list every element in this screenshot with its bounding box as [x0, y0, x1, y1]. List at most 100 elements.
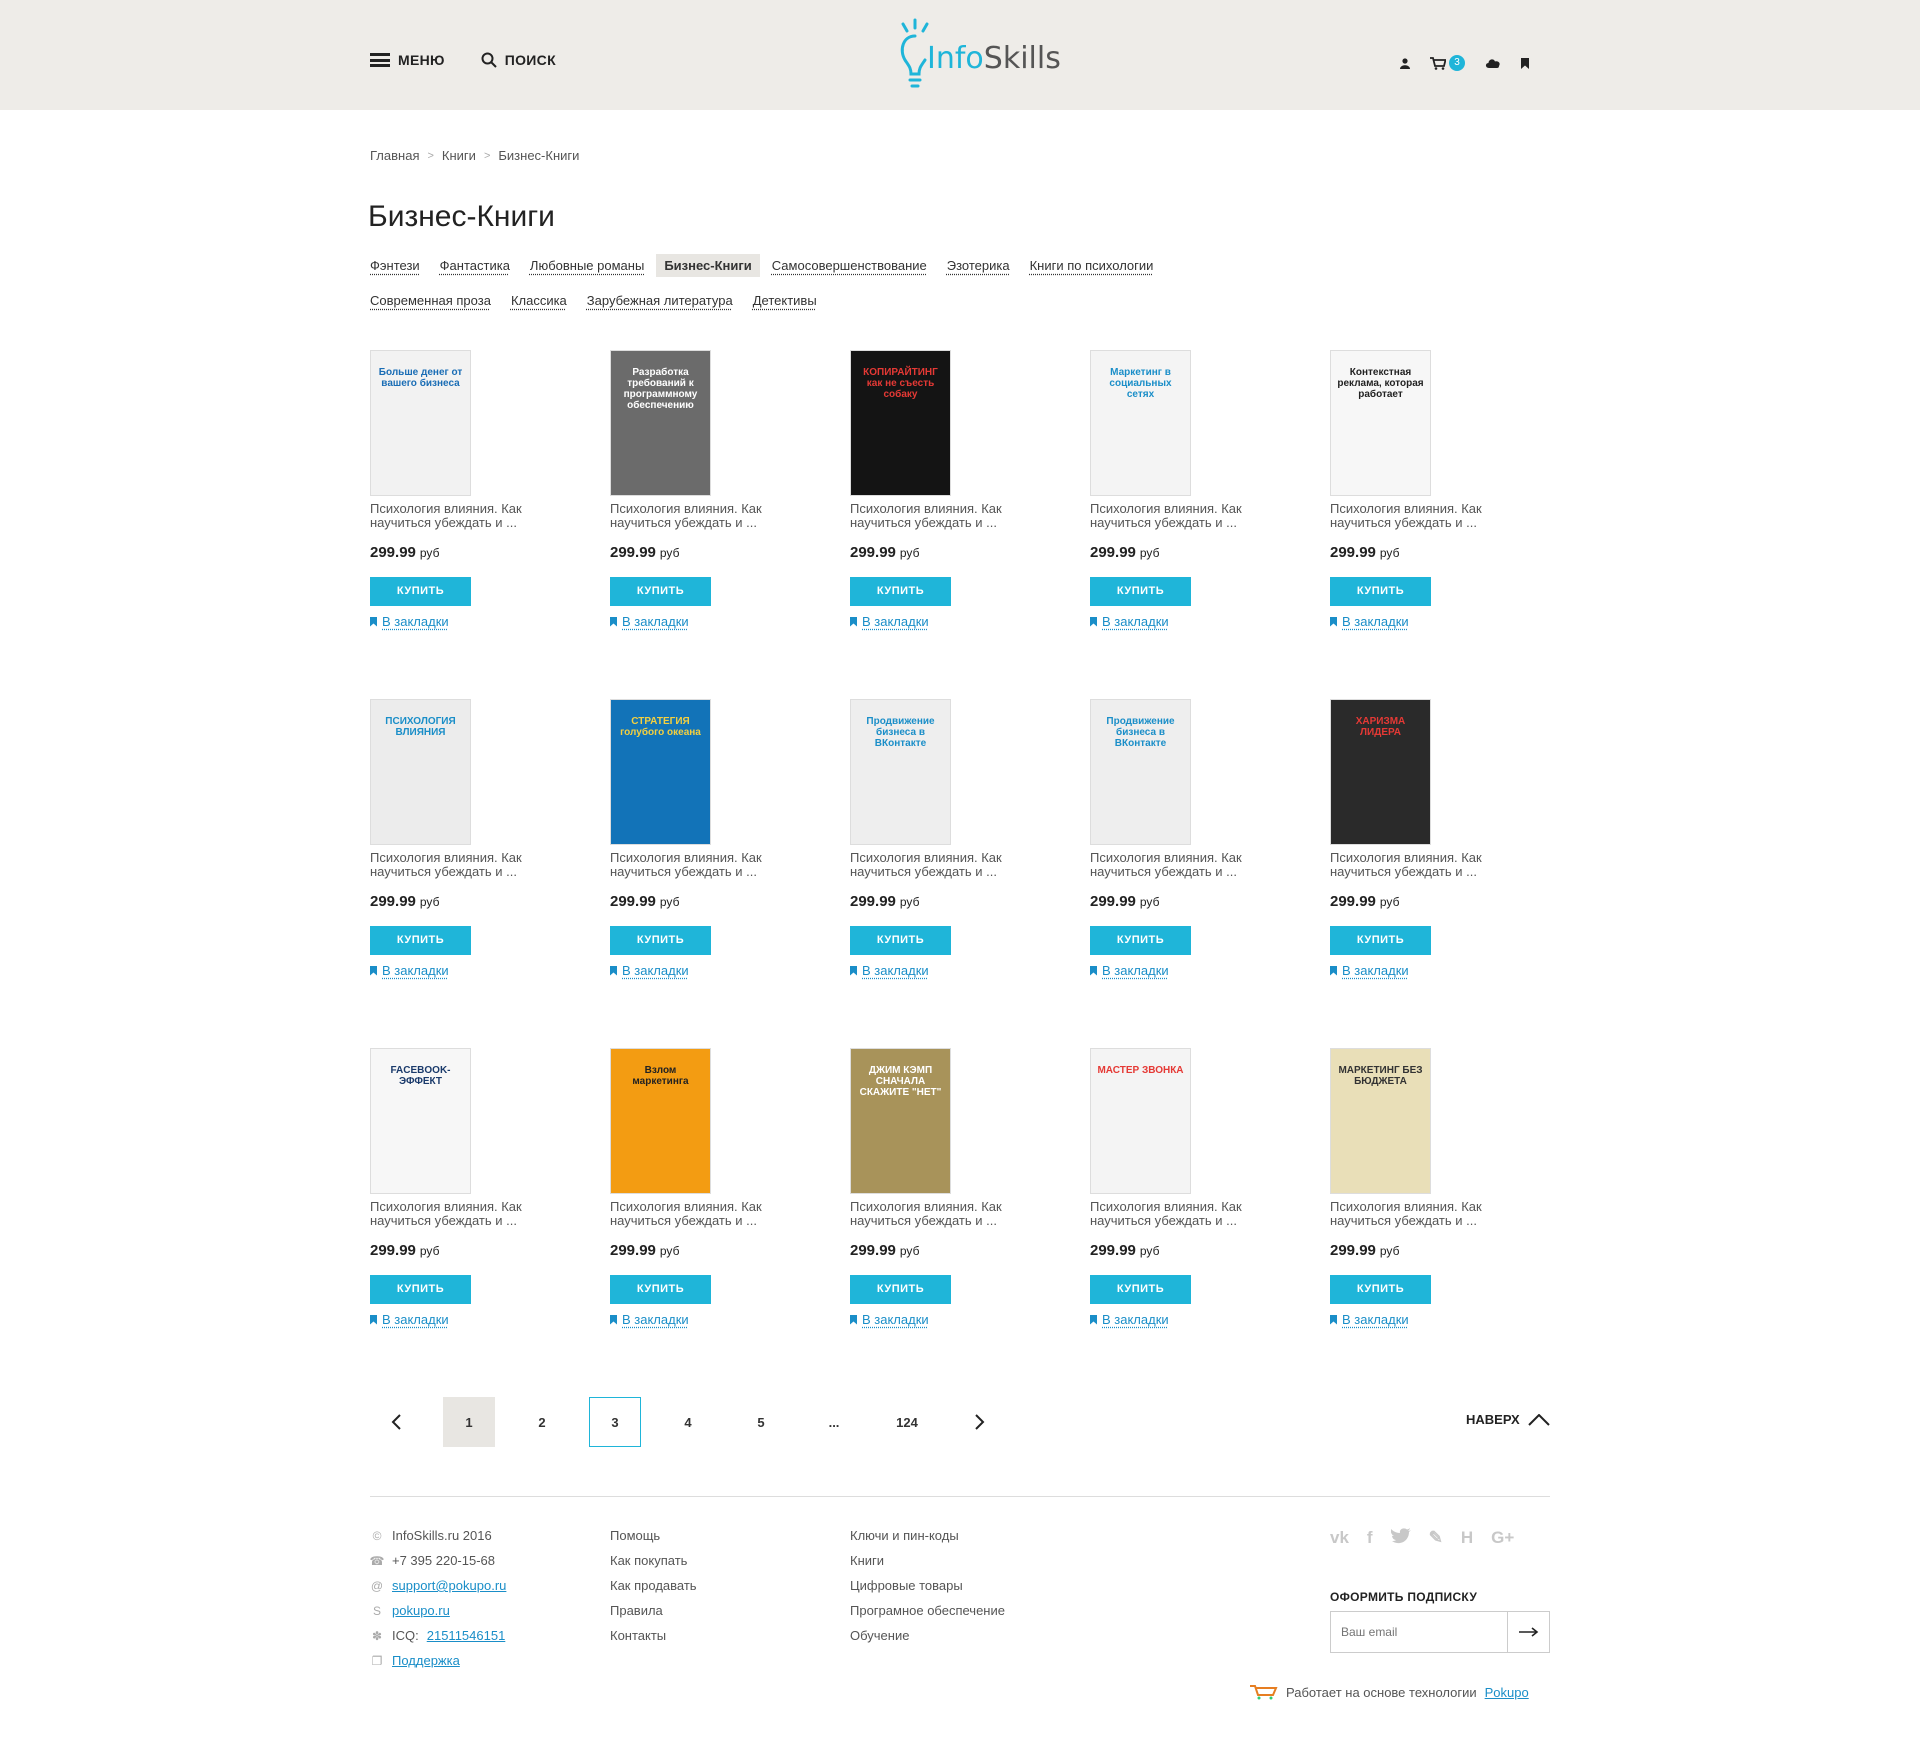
- footer-link[interactable]: Цифровые товары: [850, 1573, 1005, 1598]
- bookmark-link[interactable]: В закладки: [850, 1312, 1040, 1327]
- buy-button[interactable]: КУПИТЬ: [370, 1275, 471, 1304]
- pagination-page[interactable]: 124: [881, 1397, 933, 1447]
- category-tag[interactable]: Бизнес-Книги: [656, 254, 760, 277]
- bookmark-link[interactable]: В закладки: [370, 963, 560, 978]
- product-title[interactable]: Психология влияния. Как научиться убежда…: [1090, 502, 1275, 530]
- book-cover[interactable]: ДЖИМ КЭМП СНАЧАЛА СКАЖИТЕ "НЕТ": [850, 1048, 951, 1194]
- footer-link[interactable]: Правила: [610, 1598, 697, 1623]
- product-title[interactable]: Психология влияния. Как научиться убежда…: [370, 851, 555, 879]
- bookmark-link[interactable]: В закладки: [610, 1312, 800, 1327]
- subscribe-submit-button[interactable]: [1507, 1612, 1549, 1652]
- buy-button[interactable]: КУПИТЬ: [610, 1275, 711, 1304]
- product-title[interactable]: Психология влияния. Как научиться убежда…: [1330, 502, 1515, 530]
- category-tag[interactable]: Эзотерика: [939, 254, 1018, 277]
- footer-link[interactable]: Ключи и пин-коды: [850, 1523, 1005, 1548]
- support-link[interactable]: Поддержка: [392, 1653, 460, 1668]
- product-title[interactable]: Психология влияния. Как научиться убежда…: [850, 502, 1035, 530]
- category-tag[interactable]: Классика: [503, 289, 575, 312]
- vk-icon[interactable]: vk: [1330, 1528, 1349, 1549]
- bookmark-link[interactable]: В закладки: [1330, 614, 1520, 629]
- user-icon[interactable]: [1400, 57, 1410, 69]
- book-cover[interactable]: ХАРИЗМА ЛИДЕРА: [1330, 699, 1431, 845]
- bookmark-link[interactable]: В закладки: [1330, 963, 1520, 978]
- book-cover[interactable]: Разработка требований к программному обе…: [610, 350, 711, 496]
- category-tag[interactable]: Книги по психологии: [1022, 254, 1162, 277]
- pagination-page[interactable]: 3: [589, 1397, 641, 1447]
- google-plus-icon[interactable]: G+: [1491, 1528, 1514, 1549]
- bookmark-link[interactable]: В закладки: [370, 1312, 560, 1327]
- product-title[interactable]: Психология влияния. Как научиться убежда…: [610, 1200, 795, 1228]
- bookmark-link[interactable]: В закладки: [850, 963, 1040, 978]
- bookmark-link[interactable]: В закладки: [850, 614, 1040, 629]
- pagination-prev-button[interactable]: [370, 1397, 422, 1447]
- footer-link[interactable]: Обучение: [850, 1623, 1005, 1648]
- buy-button[interactable]: КУПИТЬ: [1330, 577, 1431, 606]
- cloud-icon[interactable]: [1485, 58, 1501, 68]
- category-tag[interactable]: Фэнтези: [362, 254, 428, 277]
- category-tag[interactable]: Зарубежная литература: [579, 289, 741, 312]
- product-title[interactable]: Психология влияния. Как научиться убежда…: [610, 851, 795, 879]
- book-cover[interactable]: Взлом маркетинга: [610, 1048, 711, 1194]
- book-cover[interactable]: Продвижение бизнеса в ВКонтакте: [1090, 699, 1191, 845]
- book-cover[interactable]: Маркетинг в социальных сетях: [1090, 350, 1191, 496]
- book-cover[interactable]: FACEBOOK-ЭФФЕКТ: [370, 1048, 471, 1194]
- buy-button[interactable]: КУПИТЬ: [1330, 1275, 1431, 1304]
- product-title[interactable]: Психология влияния. Как научиться убежда…: [1330, 851, 1515, 879]
- buy-button[interactable]: КУПИТЬ: [1090, 577, 1191, 606]
- book-cover[interactable]: Контекстная реклама, которая работает: [1330, 350, 1431, 496]
- icq-link[interactable]: 21511546151: [427, 1628, 506, 1643]
- bookmark-link[interactable]: В закладки: [1090, 963, 1280, 978]
- twitter-icon[interactable]: [1390, 1528, 1411, 1549]
- facebook-icon[interactable]: f: [1367, 1528, 1373, 1549]
- breadcrumb-home[interactable]: Главная: [370, 148, 419, 163]
- pagination-page[interactable]: 1: [443, 1397, 495, 1447]
- bookmark-link[interactable]: В закладки: [610, 963, 800, 978]
- book-cover[interactable]: СТРАТЕГИЯ голубого океана: [610, 699, 711, 845]
- bookmark-link[interactable]: В закладки: [1090, 614, 1280, 629]
- search-button[interactable]: ПОИСК: [481, 52, 556, 68]
- pagination-next-button[interactable]: [954, 1397, 1006, 1447]
- product-title[interactable]: Психология влияния. Как научиться убежда…: [370, 502, 555, 530]
- category-tag[interactable]: Любовные романы: [522, 254, 652, 277]
- product-title[interactable]: Психология влияния. Как научиться убежда…: [1090, 1200, 1275, 1228]
- pagination-page[interactable]: 2: [516, 1397, 568, 1447]
- book-cover[interactable]: Больше денег от вашего бизнеса: [370, 350, 471, 496]
- book-cover[interactable]: КОПИРАЙТИНГ как не съесть собаку: [850, 350, 951, 496]
- logo[interactable]: InfoSkills: [895, 16, 1061, 96]
- buy-button[interactable]: КУПИТЬ: [850, 926, 951, 955]
- email-input[interactable]: [1331, 1612, 1507, 1652]
- book-cover[interactable]: ПСИХОЛОГИЯ ВЛИЯНИЯ: [370, 699, 471, 845]
- product-title[interactable]: Психология влияния. Как научиться убежда…: [1330, 1200, 1515, 1228]
- menu-button[interactable]: МЕНЮ: [370, 52, 445, 68]
- email-link[interactable]: support@pokupo.ru: [392, 1578, 506, 1593]
- category-tag[interactable]: Фантастика: [432, 254, 518, 277]
- bookmark-link[interactable]: В закладки: [1090, 1312, 1280, 1327]
- bookmark-link[interactable]: В закладки: [370, 614, 560, 629]
- to-top-button[interactable]: НАВЕРХ: [1466, 1412, 1550, 1427]
- buy-button[interactable]: КУПИТЬ: [370, 926, 471, 955]
- category-tag[interactable]: Современная проза: [362, 289, 499, 312]
- product-title[interactable]: Психология влияния. Как научиться убежда…: [370, 1200, 555, 1228]
- cart-button[interactable]: 3: [1430, 55, 1465, 71]
- footer-link[interactable]: Контакты: [610, 1623, 697, 1648]
- livejournal-icon[interactable]: ✎: [1429, 1528, 1443, 1549]
- book-cover[interactable]: МАСТЕР ЗВОНКА: [1090, 1048, 1191, 1194]
- pagination-page[interactable]: 5: [735, 1397, 787, 1447]
- product-title[interactable]: Психология влияния. Как научиться убежда…: [850, 851, 1035, 879]
- product-title[interactable]: Психология влияния. Как научиться убежда…: [1090, 851, 1275, 879]
- bookmark-icon[interactable]: [1521, 57, 1529, 69]
- book-cover[interactable]: Продвижение бизнеса в ВКонтакте: [850, 699, 951, 845]
- category-tag[interactable]: Самосовершенствование: [764, 254, 935, 277]
- buy-button[interactable]: КУПИТЬ: [610, 926, 711, 955]
- buy-button[interactable]: КУПИТЬ: [370, 577, 471, 606]
- product-title[interactable]: Психология влияния. Как научиться убежда…: [610, 502, 795, 530]
- buy-button[interactable]: КУПИТЬ: [850, 577, 951, 606]
- odnoklassniki-icon[interactable]: Н: [1461, 1528, 1473, 1549]
- breadcrumb-books[interactable]: Книги: [442, 148, 476, 163]
- buy-button[interactable]: КУПИТЬ: [1330, 926, 1431, 955]
- footer-link[interactable]: Програмное обеспечение: [850, 1598, 1005, 1623]
- book-cover[interactable]: МАРКЕТИНГ БЕЗ БЮДЖЕТА: [1330, 1048, 1431, 1194]
- buy-button[interactable]: КУПИТЬ: [1090, 926, 1191, 955]
- footer-link[interactable]: Помощь: [610, 1523, 697, 1548]
- pokupo-link[interactable]: Pokupo: [1485, 1685, 1529, 1700]
